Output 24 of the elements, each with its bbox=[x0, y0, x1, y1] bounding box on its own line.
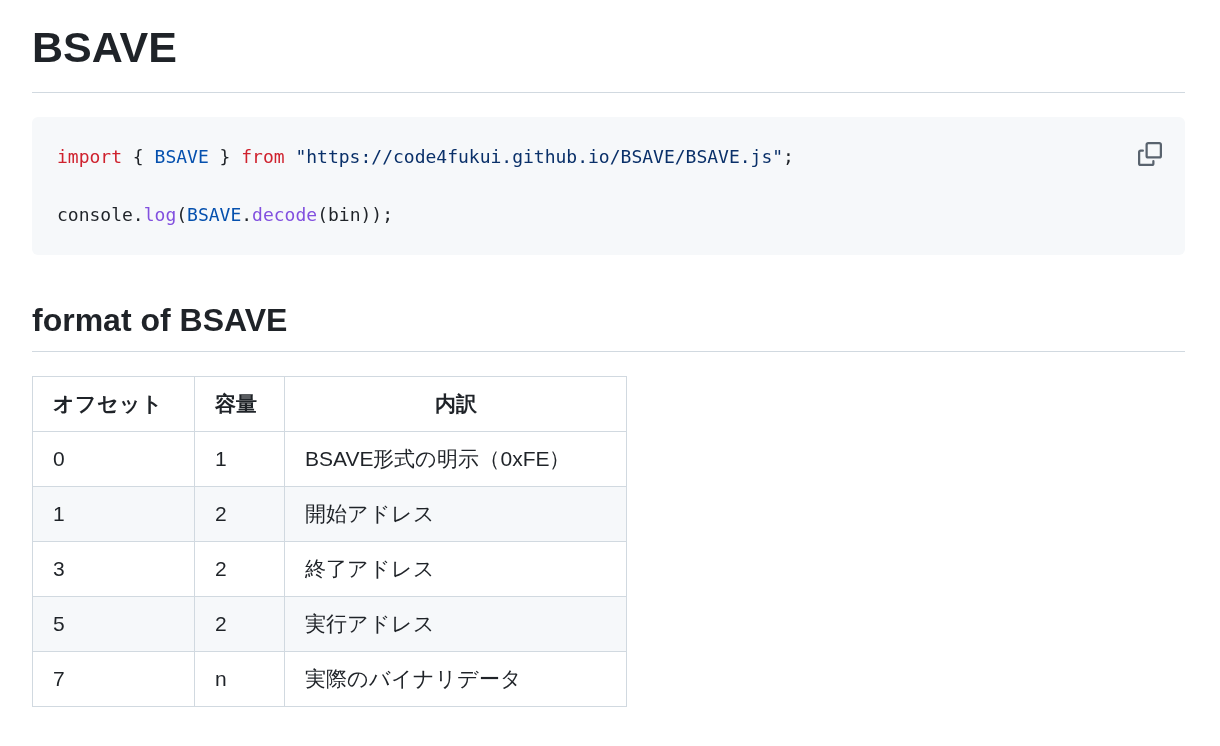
table-cell: 3 bbox=[32, 541, 195, 597]
table-cell: 実際のバイナリデータ bbox=[284, 651, 627, 707]
table-cell: n bbox=[194, 651, 285, 707]
section-heading: format of BSAVE bbox=[32, 299, 1185, 352]
table-cell: 1 bbox=[194, 431, 285, 487]
table-cell: BSAVE形式の明示（0xFE） bbox=[284, 431, 627, 487]
column-header: 内訳 bbox=[284, 376, 627, 432]
table-cell: 5 bbox=[32, 596, 195, 652]
column-header: 容量 bbox=[194, 376, 285, 432]
table-cell: 2 bbox=[194, 596, 285, 652]
code-line: import { BSAVE } from "https://code4fukui.github.io/BSAVE/BSAVE.js"; bbox=[57, 145, 794, 169]
page-heading: BSAVE bbox=[32, 18, 1185, 93]
code-line: console.log(BSAVE.decode(bin)); bbox=[57, 203, 393, 227]
table-cell: 1 bbox=[32, 486, 195, 542]
table-cell: 2 bbox=[194, 541, 285, 597]
table-cell: 7 bbox=[32, 651, 195, 707]
column-header: オフセット bbox=[32, 376, 195, 432]
table-cell: 終了アドレス bbox=[284, 541, 627, 597]
table-cell: 0 bbox=[32, 431, 195, 487]
table-cell: 開始アドレス bbox=[284, 486, 627, 542]
table-cell: 実行アドレス bbox=[284, 596, 627, 652]
copy-icon bbox=[1138, 142, 1162, 166]
table-cell: 2 bbox=[194, 486, 285, 542]
copy-button[interactable] bbox=[1138, 142, 1162, 166]
